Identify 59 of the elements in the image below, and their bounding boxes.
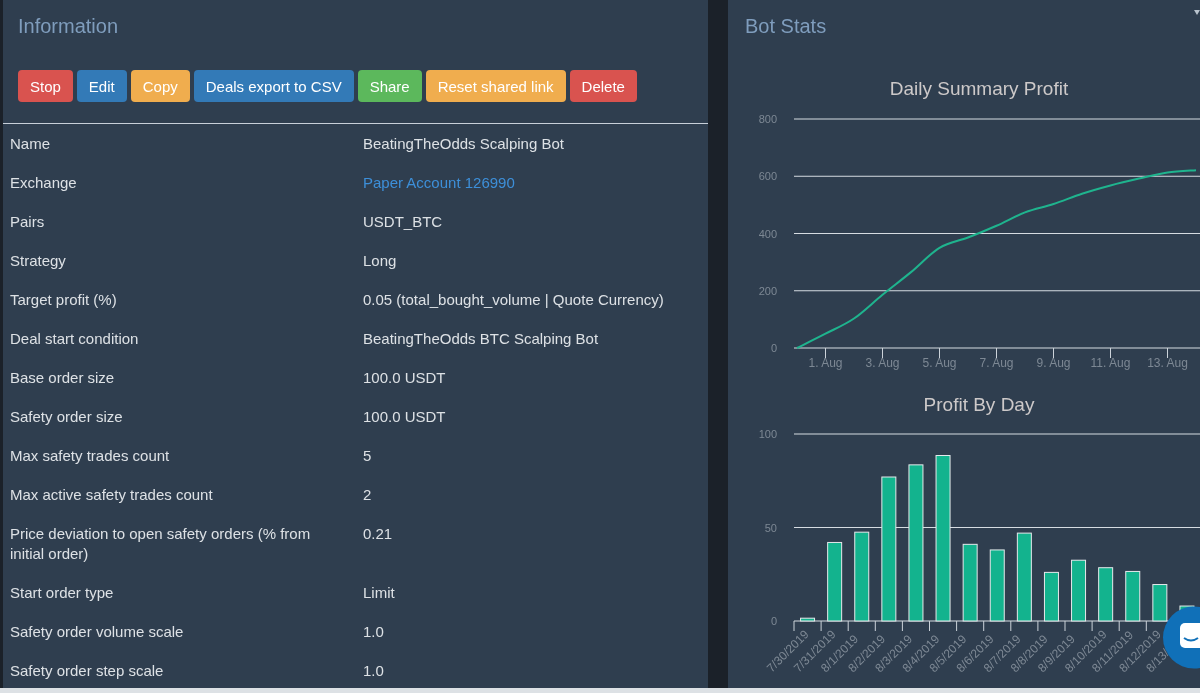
chart-bar	[800, 617, 816, 622]
field-value: Limit	[363, 582, 395, 603]
panel-title: Bot Stats	[745, 15, 827, 37]
action-button[interactable]: Stop	[18, 70, 73, 102]
axis-label: 5. Aug	[922, 356, 957, 370]
axis-label: 200	[758, 284, 777, 297]
chart-bar	[1152, 584, 1168, 622]
axis-label: 600	[758, 170, 777, 183]
action-button[interactable]: Share	[357, 70, 422, 102]
axis-label: 50	[764, 521, 777, 534]
axis-label: 0	[770, 342, 777, 354]
chart-bar	[1071, 559, 1087, 622]
field-label: Max active safety trades count	[10, 484, 213, 505]
action-button[interactable]: Delete	[569, 70, 637, 102]
field-label: Safety order volume scale	[10, 621, 184, 642]
field-label: Pairs	[10, 211, 45, 232]
chart-bar	[1098, 567, 1114, 622]
field-label: Name	[10, 133, 50, 154]
field-value: 1.0	[363, 660, 384, 681]
axis-label: 9. Aug	[1036, 356, 1071, 370]
field-value: 100.0 USDT	[363, 406, 446, 427]
field-label: Deal start condition	[10, 328, 139, 349]
field-label: Strategy	[10, 250, 66, 271]
field-value: 5	[363, 445, 372, 466]
field-label: Max safety trades count	[10, 445, 170, 466]
field-value: 0.05 (total_bought_volume | Quote Currency)	[363, 289, 664, 310]
field-label: Base order size	[10, 367, 115, 388]
field-value: 2	[363, 484, 372, 505]
field-value: BeatingTheOdds BTC Scalping Bot	[363, 328, 599, 349]
field-label: Safety order size	[10, 406, 123, 427]
axis-label: 7. Aug	[979, 356, 1014, 370]
field-label: Start order type	[10, 582, 114, 603]
field-label: Target profit (%)	[10, 289, 117, 310]
field-label: Exchange	[10, 172, 77, 193]
chart-bar	[1125, 570, 1141, 622]
chart-title: Daily Summary Profit	[889, 78, 1069, 99]
chart-bar	[1043, 571, 1059, 622]
field-value: 100.0 USDT	[363, 367, 446, 388]
field-label: Price deviation to open safety orders (% from initial order)	[10, 523, 312, 564]
axis-label: 3. Aug	[865, 356, 900, 370]
axis-label: 11. Aug	[1090, 356, 1131, 370]
action-button[interactable]: Edit	[76, 70, 127, 102]
caret-icon[interactable]	[1194, 10, 1200, 15]
panel-title: Information	[18, 15, 119, 37]
field-value: BeatingTheOdds Scalping Bot	[363, 133, 564, 154]
field-value: 1.0	[363, 621, 384, 642]
field-value: Long	[363, 250, 397, 271]
axis-label: 800	[758, 113, 777, 125]
field-value: USDT_BTC	[363, 211, 443, 232]
axis-label: 13. Aug	[1147, 356, 1188, 370]
axis-label: 400	[758, 227, 777, 240]
axis-label: 1. Aug	[808, 356, 843, 370]
action-button[interactable]: Deals export to CSV	[193, 70, 354, 102]
axis-label: 0	[770, 615, 777, 627]
account-link[interactable]: Paper Account 126990	[363, 172, 515, 193]
field-value: 0.21	[363, 523, 393, 544]
field-label: Safety order step scale	[10, 660, 164, 681]
chart-title: Profit By Day	[923, 394, 1035, 415]
axis-label: 100	[758, 428, 777, 440]
